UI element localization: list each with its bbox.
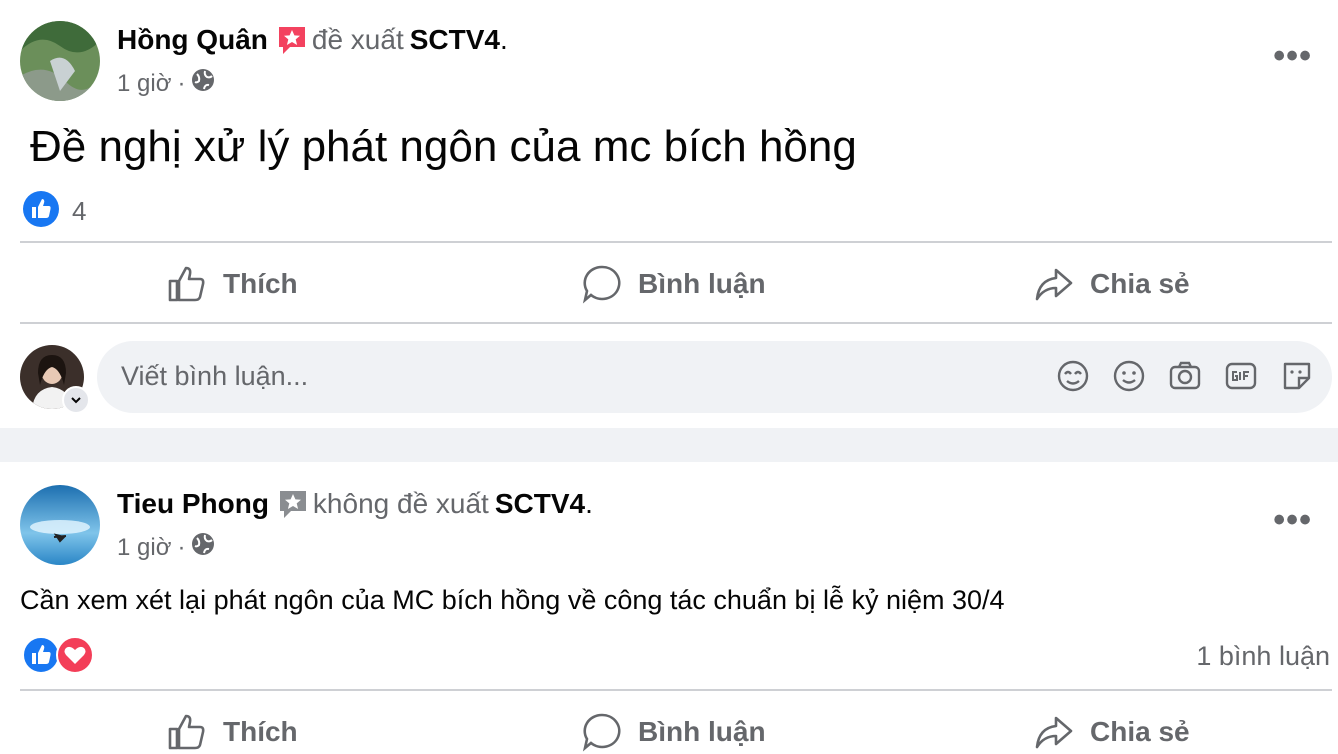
comment-input[interactable]: Viết bình luận... xyxy=(97,341,1332,413)
header-period: . xyxy=(585,488,593,519)
recommend-verb: không đề xuất xyxy=(312,488,489,519)
like-reaction-icon xyxy=(22,190,60,233)
camera-icon[interactable] xyxy=(1168,359,1202,393)
meta-separator: · xyxy=(177,69,186,97)
comment-label: Bình luận xyxy=(638,268,766,299)
post-card-2: Tieu Phong không đề xuất SCTV4 . 1 giờ ·… xyxy=(0,462,1338,754)
more-options-icon[interactable]: ••• xyxy=(1273,39,1312,73)
globe-icon xyxy=(191,532,215,563)
comment-count[interactable]: 1 bình luận xyxy=(1196,641,1330,672)
post-header: Tieu Phong không đề xuất SCTV4 . xyxy=(117,488,593,520)
post-time[interactable]: 1 giờ xyxy=(117,70,171,98)
emoji-icon[interactable] xyxy=(1112,359,1146,393)
comment-label: Bình luận xyxy=(638,716,766,747)
post-meta: 1 giờ · xyxy=(117,532,215,563)
reactions-summary[interactable] xyxy=(22,636,94,679)
thumbs-up-icon xyxy=(167,264,207,304)
not-recommend-icon xyxy=(277,488,309,520)
share-button[interactable]: Chia sẻ xyxy=(1034,264,1190,304)
comment-button[interactable]: Bình luận xyxy=(582,264,766,304)
recommend-icon xyxy=(276,24,308,56)
share-label: Chia sẻ xyxy=(1090,268,1190,299)
like-button[interactable]: Thích xyxy=(167,264,298,304)
comment-icon xyxy=(582,264,622,304)
globe-icon xyxy=(191,68,215,99)
author-avatar[interactable] xyxy=(20,21,100,101)
reaction-count: 4 xyxy=(72,196,87,226)
love-reaction-icon xyxy=(56,636,94,679)
reactions-summary[interactable]: 4 xyxy=(22,190,86,233)
gif-icon[interactable] xyxy=(1224,359,1258,393)
comment-tools xyxy=(1056,359,1314,393)
divider xyxy=(20,322,1332,324)
thumbs-up-icon xyxy=(167,712,207,752)
post-text: Cần xem xét lại phát ngôn của MC bích hồ… xyxy=(20,585,1005,615)
page-name[interactable]: SCTV4 xyxy=(495,488,585,520)
avatar-sticker-icon[interactable] xyxy=(1056,359,1090,393)
like-label: Thích xyxy=(223,268,298,299)
divider xyxy=(20,241,1332,243)
post-text: Đề nghị xử lý phát ngôn của mc bích hồng xyxy=(30,122,857,171)
share-icon xyxy=(1034,712,1074,752)
post-time[interactable]: 1 giờ xyxy=(117,534,171,562)
share-label: Chia sẻ xyxy=(1090,716,1190,747)
like-button[interactable]: Thích xyxy=(167,712,298,752)
recommend-verb: đề xuất xyxy=(311,24,404,55)
like-reaction-icon xyxy=(22,636,60,679)
header-period: . xyxy=(499,24,508,55)
meta-separator: · xyxy=(177,533,186,561)
sticker-icon[interactable] xyxy=(1280,359,1314,393)
chevron-down-icon[interactable] xyxy=(62,386,90,414)
author-name[interactable]: Tieu Phong xyxy=(117,488,269,520)
author-avatar[interactable] xyxy=(20,485,100,565)
share-icon xyxy=(1034,264,1074,304)
post-meta: 1 giờ · xyxy=(117,68,215,99)
divider xyxy=(20,689,1332,691)
author-name[interactable]: Hồng Quân xyxy=(117,24,268,56)
post-header: Hồng Quân đề xuất SCTV4 . xyxy=(117,24,508,56)
page-name[interactable]: SCTV4 xyxy=(410,24,500,56)
share-button[interactable]: Chia sẻ xyxy=(1034,712,1190,752)
like-label: Thích xyxy=(223,716,298,747)
comment-button[interactable]: Bình luận xyxy=(582,712,766,752)
post-card-1: Hồng Quân đề xuất SCTV4 . 1 giờ · ••• Đề… xyxy=(0,0,1338,428)
comment-placeholder: Viết bình luận... xyxy=(121,361,309,391)
comment-icon xyxy=(582,712,622,752)
more-options-icon[interactable]: ••• xyxy=(1273,503,1312,537)
